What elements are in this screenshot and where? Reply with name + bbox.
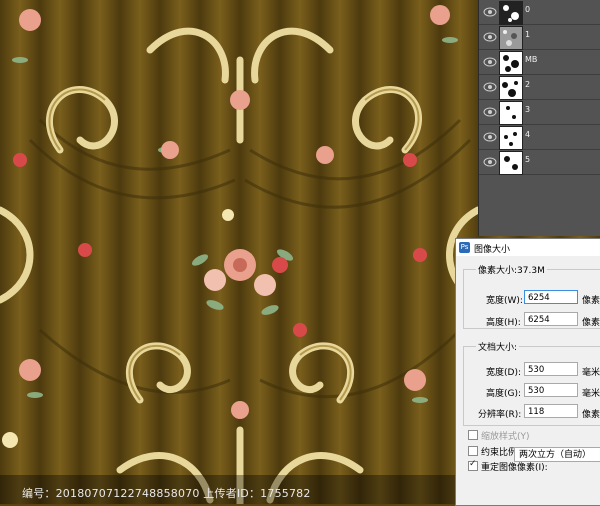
resolution-unit[interactable]: 像素 [582, 407, 600, 420]
doc-width-unit[interactable]: 毫米 [582, 365, 600, 378]
layer-name: 1 [525, 30, 531, 39]
doc-width-input[interactable]: 530 [524, 362, 578, 376]
pixel-width-label: 宽度(W): [486, 296, 523, 306]
dialog-title: 图像大小 [474, 245, 511, 255]
doc-height-unit[interactable]: 毫米 [582, 386, 600, 399]
eye-icon[interactable] [483, 156, 497, 168]
layer-name: 3 [525, 105, 531, 114]
pixel-width-input[interactable]: 6254 [524, 290, 578, 304]
image-size-dialog: Ps 图像大小 像素大小:37.3M 宽度(W): 6254 像素 高度(H):… [455, 238, 600, 506]
eye-icon[interactable] [483, 31, 497, 43]
resample-label: 重定图像像素(I): [481, 463, 548, 473]
layer-name: 2 [525, 80, 531, 89]
doc-width-label: 宽度(D): [486, 368, 521, 378]
layer-row[interactable]: 4 [479, 125, 600, 150]
eye-icon[interactable] [483, 106, 497, 118]
layer-thumbnail [499, 126, 523, 150]
pixel-width-unit: 像素 [582, 296, 600, 306]
pixel-dimensions-label: 像素大小:37.3M [476, 263, 547, 276]
document-size-label: 文档大小: [476, 340, 520, 353]
layer-row[interactable]: 1 [479, 25, 600, 50]
resample-method-select[interactable]: 两次立方（自动） [514, 447, 600, 462]
eye-icon[interactable] [483, 81, 497, 93]
layer-row[interactable]: 0 [479, 0, 600, 25]
layer-name: 5 [525, 155, 531, 164]
pixel-height-unit: 像素 [582, 318, 600, 328]
layer-name: 4 [525, 130, 531, 139]
layer-row[interactable]: 5 [479, 150, 600, 175]
scale-styles-box[interactable] [468, 430, 478, 440]
scale-styles-label: 缩放样式(Y) [481, 432, 530, 442]
dialog-titlebar[interactable]: Ps 图像大小 [456, 239, 600, 256]
resolution-label: 分辨率(R): [478, 410, 522, 420]
layer-row[interactable]: 3 [479, 100, 600, 125]
doc-height-input[interactable]: 530 [524, 383, 578, 397]
eye-icon[interactable] [483, 56, 497, 68]
layer-thumbnail [499, 26, 523, 50]
photoshop-icon: Ps [459, 242, 470, 253]
layer-thumbnail [499, 76, 523, 100]
eye-icon[interactable] [483, 6, 497, 18]
watermark-text: 编号：20180707122748858070 上传者ID：1755782 [22, 487, 311, 500]
layer-thumbnail [499, 151, 523, 175]
pixel-height-input[interactable]: 6254 [524, 312, 578, 326]
layer-row[interactable]: 2 [479, 75, 600, 100]
layer-row[interactable]: MB [479, 50, 600, 75]
layer-thumbnail [499, 51, 523, 75]
layer-name: MB [525, 55, 538, 64]
scale-styles-checkbox[interactable]: 缩放样式(Y) [468, 429, 530, 442]
layer-thumbnail [499, 101, 523, 125]
layers-panel: 0 1 MB 2 3 4 5 [478, 0, 600, 236]
doc-height-label: 高度(G): [486, 389, 522, 399]
constrain-box[interactable] [468, 446, 478, 456]
resample-box[interactable] [468, 459, 478, 471]
layer-name: 0 [525, 5, 531, 14]
resolution-input[interactable]: 118 [524, 404, 578, 418]
pixel-height-label: 高度(H): [486, 318, 521, 328]
eye-icon[interactable] [483, 131, 497, 143]
layer-thumbnail [499, 1, 523, 25]
